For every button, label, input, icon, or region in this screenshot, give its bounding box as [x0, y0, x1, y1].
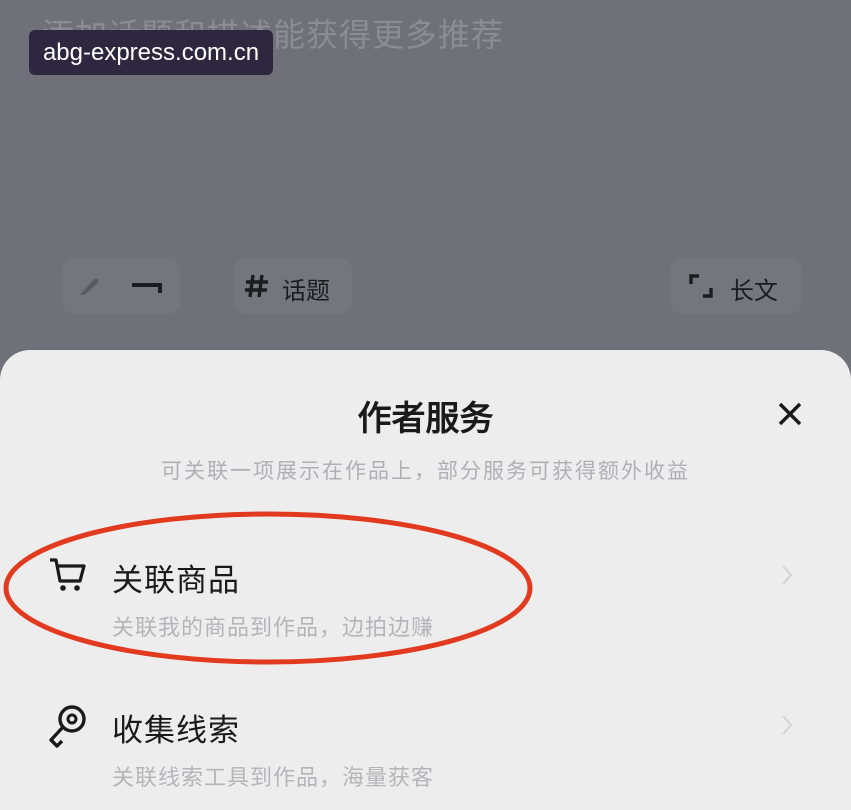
- service-item-desc: 关联线索工具到作品，海量获客: [112, 766, 435, 791]
- hashtag-icon: [245, 274, 268, 298]
- feather-icon: [80, 278, 99, 295]
- chevron-right-icon: [782, 715, 793, 735]
- service-item-title: 收集线索: [112, 713, 240, 749]
- chevron-right-icon: [782, 565, 793, 585]
- hashtag-label: 话题: [282, 277, 330, 305]
- close-icon[interactable]: [772, 396, 808, 432]
- hashtag-button[interactable]: 话题: [234, 258, 352, 314]
- sheet-title: 作者服务: [357, 399, 494, 439]
- sheet-subtitle: 可关联一项展示在作品上，部分服务可获得额外收益: [161, 459, 690, 483]
- watermark: abg-express.com.cn: [29, 30, 273, 75]
- toolbar-first-button[interactable]: [62, 258, 180, 314]
- highlight-ellipse: [3, 511, 533, 665]
- expand-icon: [689, 274, 713, 298]
- key-icon: [49, 705, 86, 748]
- longtext-button[interactable]: 长文: [670, 258, 802, 314]
- longtext-label: 长文: [730, 277, 778, 305]
- dash-icon: [132, 283, 162, 293]
